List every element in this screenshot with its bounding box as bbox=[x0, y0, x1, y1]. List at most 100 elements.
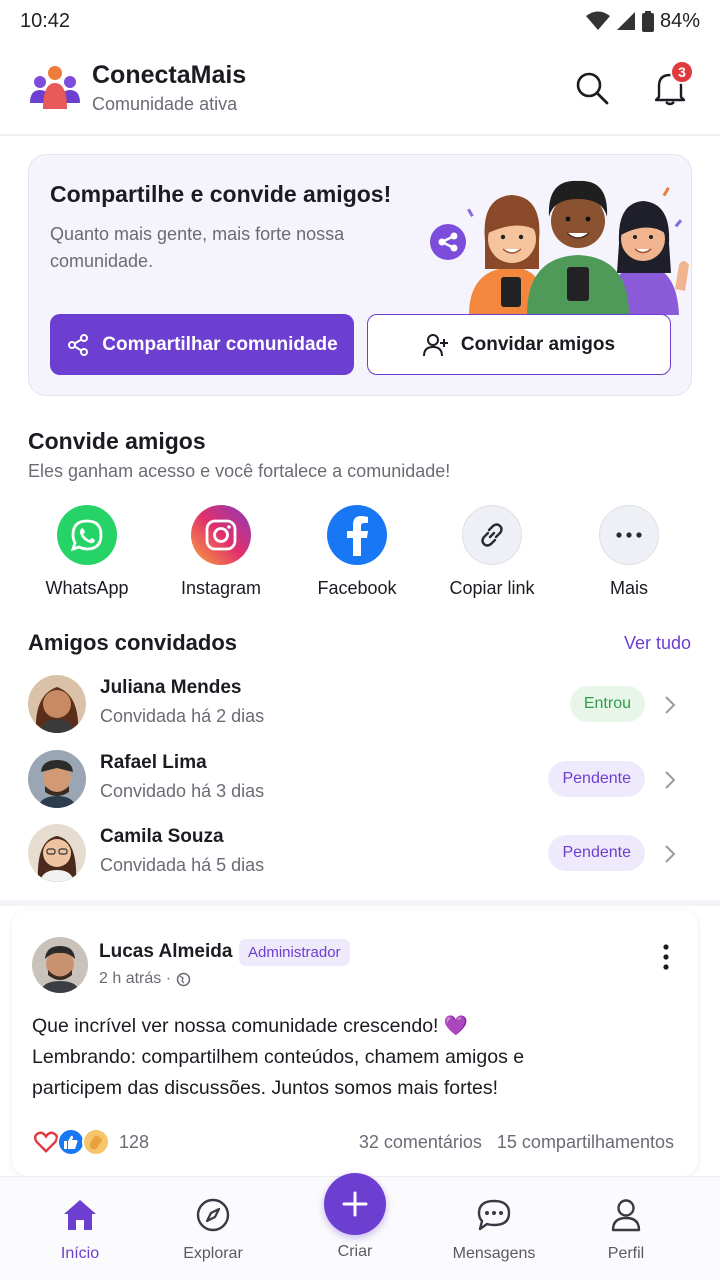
app-name: ConectaMais bbox=[92, 61, 247, 89]
nav-profile-label: Perfil bbox=[607, 1245, 645, 1262]
more-label: Mais bbox=[609, 578, 648, 598]
post-text-line: Que incrível ver nossa comunidade cresce… bbox=[32, 1015, 469, 1037]
shares-count[interactable]: 15 compartilhamentos bbox=[497, 1132, 674, 1153]
chevron-right-icon bbox=[665, 771, 676, 789]
nav-messages[interactable]: Mensagens bbox=[429, 1195, 559, 1263]
reaction-count: 128 bbox=[119, 1131, 150, 1152]
share-targets: WhatsApp Instagram Facebook Copiar link … bbox=[0, 505, 720, 605]
share-icon bbox=[68, 333, 89, 356]
chevron-right-icon bbox=[665, 845, 676, 863]
invited-friends-title: Amigos convidados bbox=[28, 630, 238, 655]
instagram-label: Instagram bbox=[180, 578, 262, 598]
friend-row[interactable]: Camila Souza Convidada há 5 dias Pendent… bbox=[28, 822, 692, 886]
clap-icon bbox=[82, 1128, 110, 1156]
post-author[interactable]: Lucas Almeida bbox=[99, 941, 232, 963]
plus-icon bbox=[342, 1191, 368, 1217]
share-community-button[interactable]: Compartilhar comunidade bbox=[50, 314, 354, 375]
like-icon bbox=[57, 1128, 85, 1156]
post-text-line: Lembrando: compartilhem conteúdos, chame… bbox=[32, 1046, 525, 1068]
status-bar: 10:42 84% bbox=[0, 0, 720, 42]
instagram-icon bbox=[191, 505, 251, 565]
add-user-icon bbox=[422, 333, 448, 356]
status-badge: Pendente bbox=[548, 761, 645, 797]
chat-icon bbox=[474, 1195, 514, 1235]
heart-icon bbox=[32, 1128, 60, 1156]
post-text: Que incrível ver nossa comunidade cresce… bbox=[32, 1011, 672, 1104]
friend-row[interactable]: Juliana Mendes Convidada há 2 dias Entro… bbox=[28, 673, 692, 737]
compass-icon bbox=[193, 1195, 233, 1235]
bottom-nav: Início Explorar Criar Mensagens Perfil bbox=[0, 1173, 720, 1280]
create-post-button[interactable] bbox=[324, 1173, 386, 1235]
community-logo-icon bbox=[30, 66, 80, 109]
battery-level: 84% bbox=[659, 9, 700, 32]
search-button[interactable] bbox=[570, 66, 614, 110]
post-card: Lucas Almeida Administrador 2 h atrás · … bbox=[12, 910, 698, 1176]
avatar bbox=[28, 750, 86, 808]
share-card-title: Compartilhe e convide amigos! bbox=[50, 181, 392, 207]
share-card: Compartilhe e convide amigos! Quanto mai… bbox=[28, 154, 692, 396]
wifi-icon bbox=[585, 11, 610, 30]
post-time: 2 h atrás · bbox=[99, 970, 172, 987]
invite-friends-button[interactable]: Convidar amigos bbox=[367, 314, 671, 375]
share-card-description: Quanto mais gente, mais forte nossa comu… bbox=[50, 224, 345, 271]
friend-name: Camila Souza bbox=[100, 826, 224, 847]
post-text-line: participem das discussões. Juntos somos … bbox=[32, 1077, 499, 1099]
friend-name: Rafael Lima bbox=[100, 752, 207, 773]
nav-profile[interactable]: Perfil bbox=[561, 1195, 691, 1263]
status-icons: 84% bbox=[585, 9, 700, 33]
nav-create-label: Criar bbox=[337, 1243, 373, 1260]
globe-icon bbox=[176, 972, 191, 986]
facebook-label: Facebook bbox=[317, 578, 397, 598]
share-facebook[interactable]: Facebook bbox=[292, 505, 422, 599]
signal-icon bbox=[616, 12, 635, 30]
comments-count[interactable]: 32 comentários bbox=[359, 1132, 482, 1153]
nav-home[interactable]: Início bbox=[15, 1195, 145, 1263]
friend-invited-time: Convidada há 5 dias bbox=[100, 855, 265, 875]
status-badge: Entrou bbox=[569, 686, 645, 722]
post-reactions[interactable]: 128 bbox=[32, 1128, 149, 1156]
app-subtitle: Comunidade ativa bbox=[92, 94, 238, 114]
home-icon bbox=[60, 1195, 100, 1235]
status-time: 10:42 bbox=[20, 9, 71, 32]
battery-icon bbox=[641, 10, 654, 32]
brand-block: ConectaMais Comunidade ativa bbox=[92, 61, 570, 115]
nav-messages-label: Mensagens bbox=[452, 1245, 536, 1262]
friends-illustration bbox=[430, 180, 689, 315]
nav-home-label: Início bbox=[60, 1245, 100, 1262]
share-copy-link[interactable]: Copiar link bbox=[427, 505, 557, 599]
invite-friends-label: Convidar amigos bbox=[460, 333, 616, 355]
invite-section-subtitle: Eles ganham acesso e você fortalece a co… bbox=[28, 461, 451, 481]
share-whatsapp[interactable]: WhatsApp bbox=[22, 505, 152, 599]
friend-invited-time: Convidado há 3 dias bbox=[100, 781, 265, 801]
nav-explore[interactable]: Explorar bbox=[148, 1195, 278, 1263]
notification-badge: 3 bbox=[670, 60, 694, 84]
share-more[interactable]: Mais bbox=[564, 505, 694, 599]
role-badge: Administrador bbox=[239, 939, 350, 966]
nav-explore-label: Explorar bbox=[183, 1245, 243, 1262]
post-menu-button[interactable] bbox=[656, 940, 676, 974]
search-icon bbox=[576, 72, 609, 105]
friend-row[interactable]: Rafael Lima Convidado há 3 dias Pendente bbox=[28, 748, 692, 812]
invite-section-title: Convide amigos bbox=[28, 428, 206, 454]
status-badge: Pendente bbox=[548, 835, 645, 871]
more-vertical-icon bbox=[663, 944, 669, 970]
app-header: ConectaMais Comunidade ativa 3 bbox=[0, 42, 720, 136]
post-stats: 32 comentários 15 compartilhamentos bbox=[359, 1132, 674, 1153]
copy-link-label: Copiar link bbox=[449, 578, 535, 598]
notifications-button[interactable]: 3 bbox=[648, 60, 694, 110]
facebook-icon bbox=[327, 505, 387, 565]
chevron-right-icon bbox=[665, 696, 676, 714]
link-icon bbox=[462, 505, 522, 565]
avatar bbox=[28, 675, 86, 733]
friend-name: Juliana Mendes bbox=[100, 677, 242, 698]
share-instagram[interactable]: Instagram bbox=[156, 505, 286, 599]
section-divider bbox=[0, 900, 720, 906]
user-icon bbox=[606, 1195, 646, 1235]
friend-invited-time: Convidada há 2 dias bbox=[100, 706, 265, 726]
whatsapp-icon bbox=[57, 505, 117, 565]
see-all-link[interactable]: Ver tudo bbox=[624, 633, 691, 654]
post-meta: 2 h atrás · bbox=[99, 970, 191, 988]
avatar bbox=[28, 824, 86, 882]
avatar[interactable] bbox=[32, 937, 88, 993]
more-icon bbox=[599, 505, 659, 565]
